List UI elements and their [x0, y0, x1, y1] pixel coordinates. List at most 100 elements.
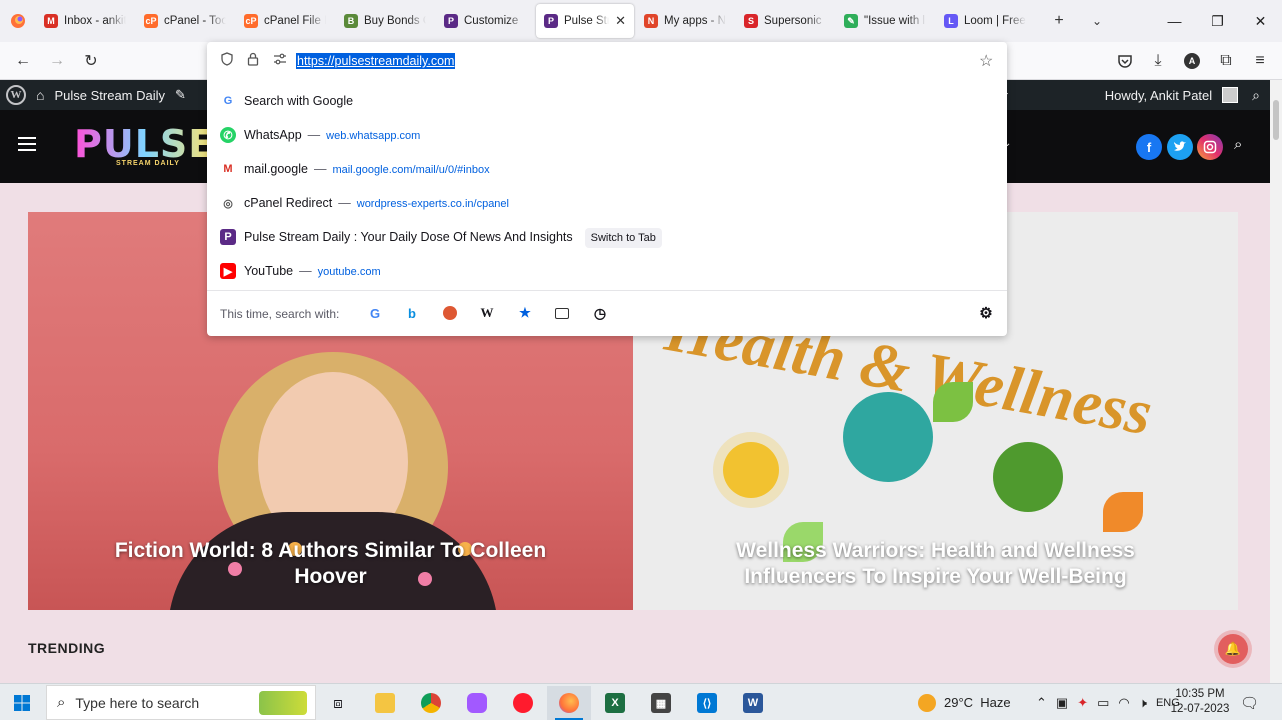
- search-settings-gear-icon[interactable]: ⚙: [978, 305, 994, 322]
- switch-to-tab-button[interactable]: Switch to Tab: [584, 228, 662, 248]
- firefox-icon[interactable]: [547, 686, 591, 720]
- new-tab-button[interactable]: +: [1040, 0, 1078, 42]
- vscode-icon[interactable]: ⟨⟩: [685, 686, 729, 720]
- wordpress-logo-icon[interactable]: W: [6, 85, 26, 105]
- weather-text: 29°C Haze: [944, 695, 1011, 710]
- tray-app-icon[interactable]: ✦: [1077, 695, 1088, 711]
- calculator-icon[interactable]: ▦: [639, 686, 683, 720]
- tab-label: "Issue with l: [864, 15, 925, 27]
- notification-center-icon[interactable]: 🗨: [1240, 684, 1259, 720]
- tab-4[interactable]: P Customize: [436, 4, 534, 38]
- meet-now-icon[interactable]: ▣: [1056, 695, 1068, 711]
- whatsapp-icon: ✆: [220, 127, 236, 143]
- tabs-search-icon[interactable]: [554, 305, 570, 321]
- url-input[interactable]: https://pulsestreamdaily.com: [296, 53, 456, 69]
- url-suggestion[interactable]: ◎ cPanel Redirect — wordpress-experts.co.in…: [207, 186, 1007, 220]
- excel-icon[interactable]: X: [593, 686, 637, 720]
- tab-label: cPanel File Manager: [264, 15, 326, 27]
- suggestion-title: WhatsApp: [244, 128, 302, 142]
- bing-icon[interactable]: b: [404, 305, 420, 321]
- hamburger-menu-icon[interactable]: [18, 137, 36, 155]
- volume-icon[interactable]: 🕨: [1139, 695, 1147, 711]
- facebook-icon[interactable]: f: [1136, 134, 1162, 160]
- weather-widget[interactable]: 29°C Haze: [918, 684, 1011, 720]
- account-icon[interactable]: A: [1177, 46, 1207, 76]
- forward-button[interactable]: →: [42, 46, 72, 76]
- maximize-button[interactable]: ❐: [1196, 0, 1239, 42]
- file-explorer-icon[interactable]: [363, 686, 407, 720]
- back-button[interactable]: ←: [8, 46, 38, 76]
- lock-icon[interactable]: [247, 52, 259, 69]
- wifi-icon[interactable]: ◠: [1118, 695, 1129, 711]
- suggestion-url: youtube.com: [317, 266, 381, 278]
- reload-button[interactable]: ↻: [76, 46, 106, 76]
- tab-6[interactable]: N My apps - N: [636, 4, 734, 38]
- page-scrollbar[interactable]: [1270, 80, 1282, 683]
- task-view-icon[interactable]: ⧈: [316, 686, 360, 720]
- instagram-icon[interactable]: [1197, 134, 1223, 160]
- tab-label: Pulse Stream: [564, 15, 610, 27]
- notification-bell-icon[interactable]: 🔔: [1218, 634, 1248, 664]
- tab-3[interactable]: B Buy Bonds Online: [336, 4, 434, 38]
- cpanel-icon: cP: [144, 14, 158, 28]
- separator-dash: —: [313, 162, 327, 176]
- figma-icon[interactable]: [455, 686, 499, 720]
- close-window-button[interactable]: ✕: [1239, 0, 1282, 42]
- url-suggestion[interactable]: P Pulse Stream Daily : Your Daily Dose Of…: [207, 220, 1007, 254]
- bookmark-star-icon[interactable]: ☆: [979, 51, 993, 71]
- windows-start-icon[interactable]: [6, 689, 38, 717]
- tab-0[interactable]: M Inbox - ankit: [36, 4, 134, 38]
- tracking-protection-shield-icon[interactable]: [220, 52, 234, 69]
- post-title[interactable]: Fiction World: 8 Authors Similar To Coll…: [28, 538, 633, 590]
- app-menu-icon[interactable]: ≡: [1245, 46, 1275, 76]
- google-icon: G: [223, 95, 233, 107]
- site-search-icon[interactable]: ⌕: [1234, 136, 1242, 153]
- wp-site-name[interactable]: Pulse Stream Daily: [54, 88, 165, 103]
- minimize-button[interactable]: —: [1153, 0, 1196, 42]
- wikipedia-icon[interactable]: W: [479, 305, 495, 321]
- tab-8[interactable]: ✎ "Issue with l: [836, 4, 934, 38]
- url-suggestion[interactable]: Mmail.google — mail.google.com/mail/u/0/#i…: [207, 152, 1007, 186]
- separator-dash: —: [338, 196, 351, 210]
- chrome-icon[interactable]: [409, 686, 453, 720]
- cpanel-icon: cP: [244, 14, 258, 28]
- tab-label: Loom | Free: [964, 15, 1026, 27]
- tab-7[interactable]: S Supersonic: [736, 4, 834, 38]
- google-icon[interactable]: G: [367, 305, 383, 321]
- close-tab-icon[interactable]: ✕: [615, 13, 626, 29]
- tab-label: Inbox - ankit: [64, 15, 126, 27]
- permissions-icon[interactable]: [273, 52, 287, 68]
- list-all-tabs-button[interactable]: ⌄: [1078, 0, 1116, 42]
- downloads-icon[interactable]: ⤓: [1143, 46, 1173, 76]
- suggestion-title: Pulse Stream Daily : Your Daily Dose Of …: [244, 230, 573, 244]
- feather-icon: ✎: [844, 14, 858, 28]
- tab-1[interactable]: cP cPanel - Tools: [136, 4, 234, 38]
- extensions-icon[interactable]: ⧉: [1211, 46, 1241, 76]
- taskbar-clock[interactable]: 10:35 PM 12-07-2023: [1170, 687, 1230, 717]
- pocket-icon[interactable]: [1110, 46, 1140, 76]
- wp-howdy[interactable]: Howdy, Ankit Patel: [1105, 88, 1212, 103]
- opera-icon[interactable]: [501, 686, 545, 720]
- avatar[interactable]: [1222, 87, 1239, 103]
- customize-icon[interactable]: ✎: [175, 87, 186, 103]
- post-title[interactable]: Wellness Warriors: Health and Wellness I…: [633, 538, 1238, 590]
- wp-search-icon[interactable]: ⌕: [1252, 87, 1260, 104]
- tab-2[interactable]: cP cPanel File Manager: [236, 4, 334, 38]
- tray-chevron-up-icon[interactable]: ⌃: [1036, 695, 1047, 711]
- battery-icon[interactable]: ▭: [1097, 695, 1109, 711]
- sun-illustration: [723, 442, 779, 498]
- taskbar-search-box[interactable]: ⌕ Type here to search: [46, 685, 316, 720]
- trending-heading: TRENDING: [28, 640, 106, 656]
- tab-9[interactable]: L Loom | Free: [936, 4, 1034, 38]
- word-icon[interactable]: W: [731, 686, 775, 720]
- firefox-view-icon[interactable]: [0, 0, 36, 42]
- tab-5[interactable]: P Pulse Stream ✕: [536, 4, 634, 38]
- duckduckgo-icon[interactable]: [442, 305, 458, 321]
- bookmarks-search-icon[interactable]: ★: [517, 305, 533, 321]
- url-suggestion[interactable]: ▶ YouTube — youtube.com: [207, 254, 1007, 288]
- url-suggestion[interactable]: G Search with Google: [207, 84, 1007, 118]
- history-search-icon[interactable]: ◷: [592, 305, 608, 321]
- address-bar[interactable]: https://pulsestreamdaily.com ☆: [207, 42, 1007, 80]
- twitter-icon[interactable]: [1167, 134, 1193, 160]
- url-suggestion[interactable]: ✆ WhatsApp — web.whatsapp.com: [207, 118, 1007, 152]
